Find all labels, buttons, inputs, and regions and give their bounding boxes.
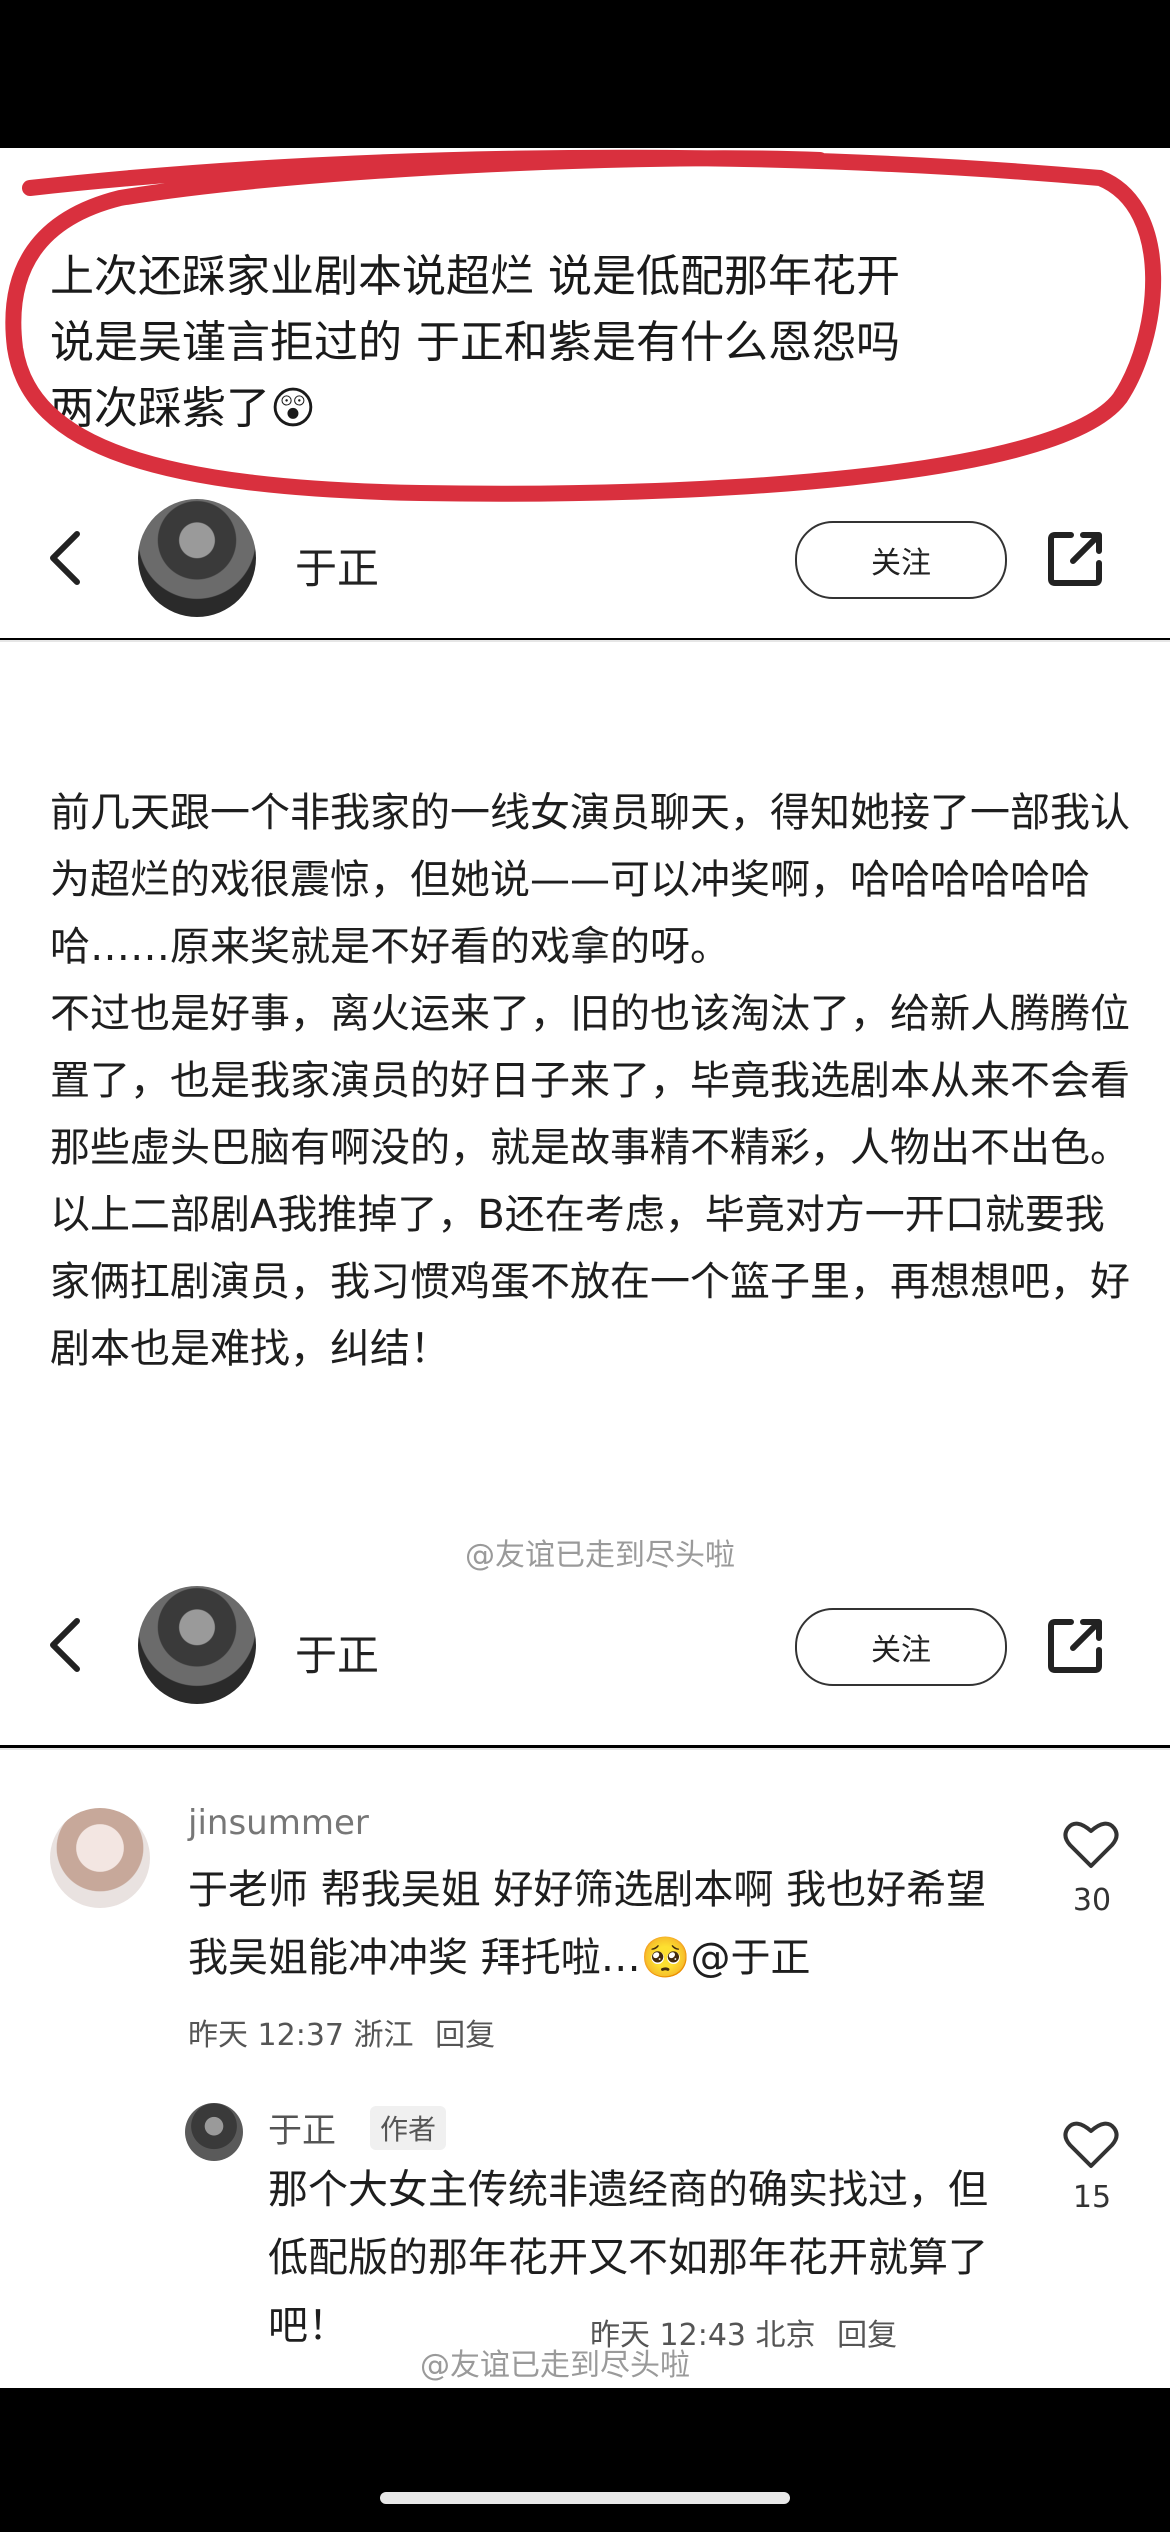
back-chevron-icon[interactable] [45,528,85,588]
post-paragraph-2: 不过也是好事，离火运来了，旧的也该淘汰了，给新人腾腾位置了，也是我家演员的好日子… [50,991,1130,1171]
avatar[interactable] [50,1808,150,1908]
comment-time: 昨天 12:37 [188,2018,344,2053]
follow-button[interactable]: 关注 [795,1608,1007,1686]
share-icon[interactable] [1045,527,1107,589]
reply-button[interactable]: 回复 [837,2318,897,2353]
divider [0,1748,1170,1750]
back-chevron-icon[interactable] [45,1615,85,1675]
profile-name[interactable]: 于正 [295,535,379,596]
comment-meta: 昨天 12:37 浙江 回复 [188,2010,495,2054]
comment-location: 浙江 [353,2018,414,2053]
profile-header-2: 于正 关注 [0,1580,1170,1710]
comment-location: 北京 [755,2318,816,2353]
heart-outline-icon[interactable] [1062,1818,1120,1870]
share-icon[interactable] [1045,1614,1107,1676]
heart-outline-icon[interactable] [1062,2118,1120,2170]
comments-card: jinsummer 于老师 帮我吴姐 好好筛选剧本啊 我也好希望 我吴姐能冲冲奖… [0,1748,1170,2388]
avatar[interactable] [138,1586,256,1704]
reply-button[interactable]: 回复 [435,2018,495,2053]
avatar[interactable] [138,499,256,617]
comment-text: 于老师 帮我吴姐 好好筛选剧本啊 我也好希望 我吴姐能冲冲奖 拜托啦…🥺@于正 [188,1867,987,1981]
author-badge: 作者 [370,2106,447,2150]
profile-name[interactable]: 于正 [295,1622,379,1683]
post-body: 前几天跟一个非我家的一线女演员聊天，得知她接了一部我认为超烂的戏很震惊，但她说—… [50,780,1130,1383]
comment-username[interactable]: 于正 [268,2103,336,2152]
home-indicator[interactable] [380,2492,790,2504]
post-card: 前几天跟一个非我家的一线女演员聊天，得知她接了一部我认为超烂的戏很震惊，但她说—… [0,640,1170,1745]
like-count: 15 [1072,2180,1112,2215]
post-paragraph-1: 前几天跟一个非我家的一线女演员聊天，得知她接了一部我认为超烂的戏很震惊，但她说—… [50,790,1130,970]
avatar[interactable] [185,2103,243,2161]
profile-header: 于正 关注 [0,493,1170,623]
divider [0,640,1170,642]
follow-button[interactable]: 关注 [795,521,1007,599]
watermark: @友谊已走到尽头啦 [420,2348,690,2383]
watermark: @友谊已走到尽头啦 [465,1538,735,1573]
like-count: 30 [1072,1883,1112,1918]
post-paragraph-3: 以上二部剧A我推掉了，B还在考虑，毕竟对方一开口就要我家俩扛剧演员，我习惯鸡蛋不… [50,1192,1130,1372]
comment-username[interactable]: jinsummer [188,1803,369,1843]
annotated-caption-card: 上次还踩家业剧本说超烂 说是低配那年花开 说是吴谨言拒过的 于正和紫是有什么恩怨… [0,148,1170,638]
